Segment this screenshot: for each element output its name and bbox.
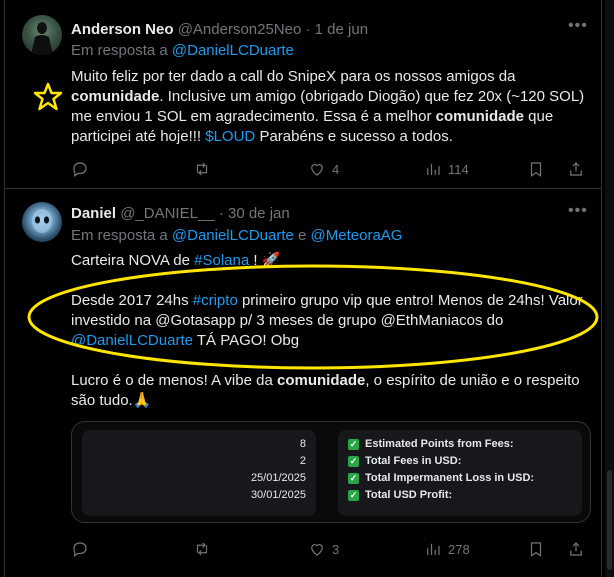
tweet-text: Muito feliz por ter dado a call do Snipe… [71, 67, 591, 147]
author-name[interactable]: Daniel [71, 205, 116, 222]
like-button[interactable]: 4 [308, 159, 339, 179]
views-button[interactable]: 278 [424, 539, 470, 559]
card-label-row: ✓ Total Impermanent Loss in USD: [348, 472, 534, 484]
card-label: Total Fees in USD: [365, 455, 462, 467]
like-count: 4 [332, 161, 340, 177]
retweet-icon [196, 162, 208, 176]
action-bar: 3 278 [71, 539, 591, 559]
views-chart-icon [427, 543, 440, 555]
retweet-button[interactable] [193, 159, 211, 179]
bookmark-icon [530, 162, 542, 177]
like-count: 3 [332, 541, 340, 557]
retweet-button[interactable] [193, 539, 211, 559]
action-bar: 4 114 [71, 159, 591, 179]
pray-emoji-icon: 🙏 [132, 392, 152, 409]
ellipse-annotation-highlight [27, 264, 599, 370]
tweet-header: Daniel @_DANIEL__ · 30 de jan [71, 205, 290, 222]
share-icon [570, 542, 582, 556]
views-count: 278 [448, 541, 470, 557]
more-options-icon[interactable]: ••• [568, 202, 588, 220]
avatar-alien-icon [32, 209, 52, 233]
reply-mention[interactable]: @DanielLCDuarte [172, 42, 294, 59]
card-value: 25/01/2025 [250, 472, 306, 484]
separator-dot: · [305, 21, 311, 38]
tweet-anderson[interactable]: Anderson Neo @Anderson25Neo · 1 de jun •… [5, 0, 601, 189]
views-count: 114 [448, 161, 469, 177]
text-paragraph: Lucro é o de menos! A vibe da comunidade… [71, 371, 591, 411]
text-bold: comunidade [71, 88, 160, 105]
reply-context: Em resposta a @DanielLCDuarte [71, 42, 294, 59]
card-value: 8 [299, 438, 306, 450]
reply-prefix: Em resposta a [71, 42, 168, 59]
reply-and: e [298, 227, 307, 244]
more-options-icon[interactable]: ••• [568, 17, 588, 35]
scrollbar-thumb[interactable] [607, 470, 612, 570]
card-label-row: ✓ Estimated Points from Fees: [348, 438, 514, 450]
author-name[interactable]: Anderson Neo [71, 21, 174, 38]
bookmark-button[interactable] [527, 539, 545, 559]
avatar[interactable] [22, 15, 62, 55]
reply-icon [73, 542, 87, 557]
reply-context: Em resposta a @DanielLCDuarte e @Meteora… [71, 227, 402, 244]
avatar[interactable] [22, 202, 62, 242]
card-label-row: ✓ Total Fees in USD: [348, 455, 461, 467]
like-button[interactable]: 3 [308, 539, 339, 559]
card-value: 30/01/2025 [250, 489, 306, 501]
card-label-row: ✓ Total USD Profit: [348, 489, 452, 501]
views-chart-icon [427, 163, 440, 175]
author-handle[interactable]: @_DANIEL__ [120, 205, 214, 222]
text-bold: comunidade [276, 372, 366, 389]
bookmark-button[interactable] [527, 159, 545, 179]
reply-mention[interactable]: @DanielLCDuarte [172, 227, 294, 244]
views-button[interactable]: 114 [424, 159, 469, 179]
text-bold: comunidade [435, 108, 524, 125]
star-annotation-icon [33, 82, 63, 111]
attached-image-card[interactable]: 8 2 25/01/2025 30/01/2025 ✓ Estimated Poi… [71, 421, 591, 523]
share-icon [570, 162, 582, 176]
card-label: Total Impermanent Loss in USD: [365, 472, 535, 484]
card-labels-panel: ✓ Estimated Points from Fees: ✓ Total Fees… [338, 430, 582, 516]
checkmark-icon: ✓ [348, 455, 359, 467]
reply-prefix: Em resposta a [71, 227, 168, 244]
tweet-daniel[interactable]: Daniel @_DANIEL__ · 30 de jan ••• Em res… [5, 190, 601, 577]
card-value: 2 [299, 455, 306, 467]
bookmark-icon [530, 542, 542, 557]
share-button[interactable] [567, 159, 585, 179]
card-label: Total USD Profit: [365, 489, 453, 501]
retweet-icon [196, 542, 208, 556]
checkmark-icon: ✓ [348, 438, 359, 450]
text-segment: Muito feliz por ter dado a call do Snipe… [71, 68, 516, 85]
text-segment: Lucro é o de menos! A vibe da [71, 372, 273, 389]
share-button[interactable] [567, 539, 585, 559]
reply-button[interactable] [71, 539, 89, 559]
checkmark-icon: ✓ [348, 472, 359, 484]
reply-mention-2[interactable]: @MeteoraAG [311, 227, 403, 244]
tweet-date[interactable]: 30 de jan [228, 205, 290, 222]
separator-dot: · [218, 205, 224, 222]
card-label: Estimated Points from Fees: [365, 438, 514, 450]
reply-icon [73, 162, 87, 177]
tweet-header: Anderson Neo @Anderson25Neo · 1 de jun [71, 21, 368, 38]
text-segment: Parabéns e sucesso a todos. [259, 128, 453, 145]
checkmark-icon: ✓ [348, 489, 359, 501]
cashtag-link[interactable]: $LOUD [205, 128, 255, 145]
heart-icon [311, 164, 323, 176]
author-handle[interactable]: @Anderson25Neo [178, 21, 302, 38]
reply-button[interactable] [71, 159, 89, 179]
card-values-panel: 8 2 25/01/2025 30/01/2025 [82, 430, 316, 516]
avatar-figure-icon [31, 22, 53, 55]
tweet-date[interactable]: 1 de jun [315, 21, 368, 38]
heart-icon [311, 544, 323, 556]
